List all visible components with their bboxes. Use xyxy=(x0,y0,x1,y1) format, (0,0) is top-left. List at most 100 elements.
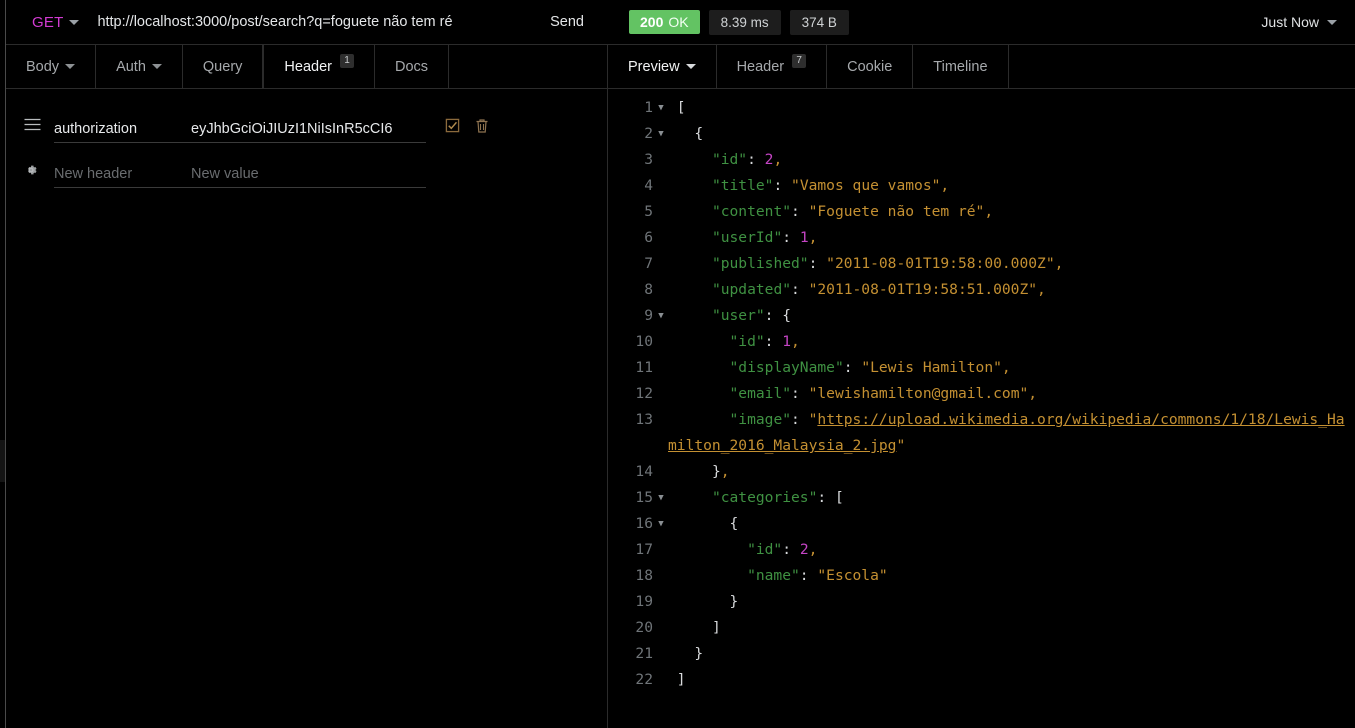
line-number: 1 xyxy=(644,99,653,116)
status-badge: 200 OK xyxy=(629,10,700,34)
header-row xyxy=(6,148,607,193)
header-key-field xyxy=(54,154,191,188)
code-line: 7 "published": "2011-08-01T19:58:00.000Z… xyxy=(608,251,1355,277)
code-line: 5 "content": "Foguete não tem ré", xyxy=(608,199,1355,225)
response-tab-bar: Preview Header 7 Cookie Timeline xyxy=(607,44,1355,89)
json-token-c: , xyxy=(1037,281,1046,298)
line-number: 20 xyxy=(635,619,653,636)
json-token-c: , xyxy=(791,333,800,350)
chevron-down-icon xyxy=(151,64,162,69)
http-method-select[interactable]: GET xyxy=(32,14,80,31)
json-token-k: "updated" xyxy=(711,281,792,298)
fold-toggle-icon[interactable]: ▼ xyxy=(654,121,668,147)
code-line: 16 ▼ { xyxy=(608,511,1355,537)
json-token-k: "name" xyxy=(747,567,800,584)
tab-header[interactable]: Header 1 xyxy=(263,45,375,88)
code-line: 15 ▼ "categories": [ xyxy=(608,485,1355,511)
json-token-k: "email" xyxy=(729,385,792,402)
fold-toggle-icon[interactable]: ▼ xyxy=(654,303,668,329)
header-key-input[interactable] xyxy=(54,120,191,143)
gear-icon[interactable] xyxy=(24,163,54,179)
response-time-badge: 8.39 ms xyxy=(708,9,781,35)
tab-query[interactable]: Query xyxy=(183,45,264,88)
line-number: 13 xyxy=(635,411,653,428)
response-preview-panel[interactable]: 1 ▼ [2 ▼ {3 "id": 2, 4 "title": "Vamos que … xyxy=(607,89,1355,728)
header-value-input[interactable] xyxy=(191,165,426,188)
tab-auth[interactable]: Auth xyxy=(96,45,183,88)
json-token-n: 1 xyxy=(799,229,809,246)
fold-toggle-icon[interactable]: ▼ xyxy=(654,485,668,511)
tab-label: Cookie xyxy=(847,58,893,75)
line-number: 4 xyxy=(644,177,653,194)
json-token-k: "id" xyxy=(747,541,783,558)
line-number: 22 xyxy=(635,671,653,688)
tab-count-badge: 7 xyxy=(792,53,807,68)
json-token-s: "2011-08-01T19:58:00.000Z" xyxy=(826,255,1055,272)
json-token-c: , xyxy=(773,151,783,168)
json-token-c: , xyxy=(808,541,818,558)
json-token-k: "user" xyxy=(711,307,765,324)
line-number: 2 xyxy=(644,125,653,142)
code-text: [ xyxy=(668,95,1355,121)
json-token-p: ] xyxy=(711,619,721,636)
code-text: } xyxy=(668,641,1355,667)
code-text: "updated": "2011-08-01T19:58:51.000Z", xyxy=(668,277,1355,303)
json-token-p: : xyxy=(764,333,783,350)
tab-response-preview[interactable]: Preview xyxy=(607,45,717,88)
json-token-p: : xyxy=(808,255,827,272)
line-number: 12 xyxy=(635,385,653,402)
chevron-down-icon xyxy=(1327,19,1337,25)
json-token-k: "displayName" xyxy=(729,359,844,376)
tab-label: Preview xyxy=(628,58,680,75)
response-size-badge: 374 B xyxy=(789,9,849,35)
checkbox-checked-icon[interactable] xyxy=(444,118,460,134)
code-line: 11 "displayName": "Lewis Hamilton", xyxy=(608,355,1355,381)
json-token-p: } xyxy=(729,593,739,610)
header-key-input[interactable] xyxy=(54,165,191,188)
code-line: 19 } xyxy=(608,589,1355,615)
line-number: 5 xyxy=(644,203,653,220)
code-text: "published": "2011-08-01T19:58:00.000Z", xyxy=(668,251,1355,277)
code-text: "displayName": "Lewis Hamilton", xyxy=(668,355,1355,381)
trash-icon[interactable] xyxy=(474,118,490,134)
tab-response-timeline[interactable]: Timeline xyxy=(913,45,1009,88)
drag-handle-icon[interactable] xyxy=(24,118,54,134)
history-label: Just Now xyxy=(1261,14,1319,30)
json-token-c: , xyxy=(808,229,818,246)
json-token-k: "image" xyxy=(729,411,792,428)
json-token-p: : xyxy=(791,385,809,402)
json-token-p: : xyxy=(747,151,765,168)
fold-toggle-icon[interactable]: ▼ xyxy=(654,511,668,537)
chevron-down-icon xyxy=(65,64,76,69)
request-tab-bar: Body Auth Query Header 1 Docs xyxy=(6,44,607,89)
json-code-view: 1 ▼ [2 ▼ {3 "id": 2, 4 "title": "Vamos que … xyxy=(608,89,1355,693)
tab-response-header[interactable]: Header 7 xyxy=(717,45,828,88)
send-button[interactable]: Send xyxy=(542,10,592,34)
top-bar: GET Send 200 OK 8.39 ms 374 B Just Now xyxy=(6,0,1355,44)
tab-response-cookie[interactable]: Cookie xyxy=(827,45,914,88)
request-bar: GET Send xyxy=(6,0,606,44)
tab-filler xyxy=(449,45,607,88)
status-text: OK xyxy=(668,14,689,30)
code-line: 1 ▼ [ xyxy=(608,95,1355,121)
tab-label: Body xyxy=(26,58,60,75)
json-token-k: "published" xyxy=(711,255,809,272)
line-number: 15 xyxy=(635,489,653,506)
code-text: "email": "lewishamilton@gmail.com", xyxy=(668,381,1355,407)
line-number: 16 xyxy=(635,515,653,532)
fold-toggle-icon[interactable]: ▼ xyxy=(654,95,668,121)
header-value-input[interactable] xyxy=(191,120,426,143)
history-select[interactable]: Just Now xyxy=(1261,14,1337,30)
json-token-p: } xyxy=(711,463,721,480)
tab-body[interactable]: Body xyxy=(6,45,97,88)
code-text: "id": 2, xyxy=(668,147,1355,173)
url-input[interactable] xyxy=(97,14,533,30)
chevron-down-icon xyxy=(69,19,80,25)
code-line: 6 "userId": 1, xyxy=(608,225,1355,251)
json-token-s: " xyxy=(896,437,906,454)
line-number: 7 xyxy=(644,255,653,272)
json-token-p: : xyxy=(791,281,809,298)
json-token-p: : { xyxy=(764,307,792,324)
tab-docs[interactable]: Docs xyxy=(375,45,450,88)
json-token-k: "id" xyxy=(711,151,748,168)
